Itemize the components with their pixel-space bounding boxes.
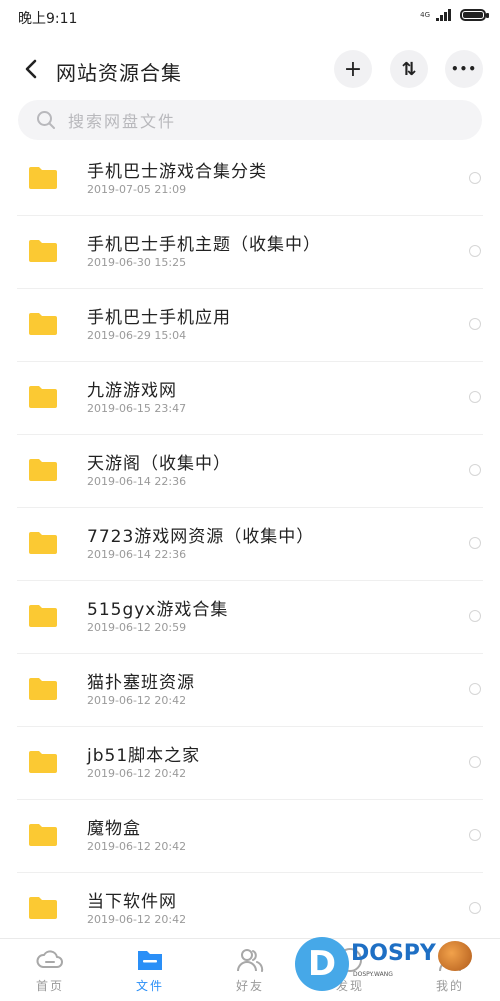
folder-icon — [29, 240, 57, 262]
search-icon — [37, 111, 55, 129]
file-row[interactable]: jb51脚本之家 2019-06-12 20:42 — [17, 727, 483, 800]
sort-icon: ⇅ — [401, 58, 417, 80]
folder-icon — [29, 532, 57, 554]
back-button[interactable] — [16, 54, 46, 84]
file-name: 手机巴士手机主题（收集中） — [87, 235, 321, 255]
file-row[interactable]: 九游游戏网 2019-06-15 23:47 — [17, 362, 483, 435]
signal-icon — [436, 9, 451, 21]
select-radio[interactable] — [469, 610, 481, 622]
watermark-logo: D — [295, 937, 349, 991]
file-row[interactable]: 手机巴士手机应用 2019-06-29 15:04 — [17, 289, 483, 362]
select-radio[interactable] — [469, 683, 481, 695]
nav-item-files[interactable]: 文件 — [110, 945, 190, 994]
watermark-badge-icon — [438, 941, 472, 971]
file-name: 515gyx游戏合集 — [87, 600, 229, 620]
select-radio[interactable] — [469, 172, 481, 184]
status-icons: 4G — [420, 9, 489, 21]
cloud-icon — [36, 950, 63, 968]
status-time: 晚上9:11 — [18, 11, 78, 27]
file-name: 魔物盒 — [87, 819, 141, 839]
select-radio[interactable] — [469, 245, 481, 257]
folder-icon — [29, 897, 57, 919]
file-row[interactable]: 魔物盒 2019-06-12 20:42 — [17, 800, 483, 873]
file-date: 2019-06-30 15:25 — [87, 256, 187, 269]
select-radio[interactable] — [469, 318, 481, 330]
nav-label-friends: 好友 — [235, 979, 264, 993]
file-date: 2019-06-12 20:42 — [87, 913, 187, 926]
file-row[interactable]: 天游阁（收集中） 2019-06-14 22:36 — [17, 435, 483, 508]
file-date: 2019-06-12 20:42 — [87, 840, 187, 853]
file-row[interactable]: 猫扑塞班资源 2019-06-12 20:42 — [17, 654, 483, 727]
search-placeholder: 搜索网盘文件 — [68, 112, 177, 131]
file-date: 2019-06-14 22:36 — [87, 475, 187, 488]
sort-button[interactable]: ⇅ — [390, 50, 428, 88]
search-bar[interactable]: 搜索网盘文件 — [18, 100, 482, 140]
nav-label-files: 文件 — [135, 979, 164, 993]
folder-icon — [138, 951, 162, 970]
folder-icon — [29, 678, 57, 700]
file-date: 2019-06-12 20:42 — [87, 694, 187, 707]
watermark-brand: DOSPY — [351, 941, 436, 966]
more-icon: ••• — [450, 62, 477, 76]
file-date: 2019-07-05 21:09 — [87, 183, 187, 196]
file-name: jb51脚本之家 — [87, 746, 201, 766]
file-row[interactable]: 手机巴士手机主题（收集中） 2019-06-30 15:25 — [17, 216, 483, 289]
file-row[interactable]: 7723游戏网资源（收集中） 2019-06-14 22:36 — [17, 508, 483, 581]
select-radio[interactable] — [469, 537, 481, 549]
watermark: D DOSPY DOSPY.WANG — [295, 935, 480, 995]
select-radio[interactable] — [469, 902, 481, 914]
back-arrow-icon — [25, 59, 37, 79]
nav-item-home[interactable]: 首页 — [10, 945, 90, 994]
file-date: 2019-06-15 23:47 — [87, 402, 187, 415]
add-button[interactable]: + — [334, 50, 372, 88]
file-row[interactable]: 515gyx游戏合集 2019-06-12 20:59 — [17, 581, 483, 654]
battery-icon — [460, 9, 489, 21]
file-date: 2019-06-12 20:59 — [87, 621, 187, 634]
file-name: 手机巴士手机应用 — [87, 308, 231, 328]
nav-item-friends[interactable]: 好友 — [210, 945, 290, 994]
select-radio[interactable] — [469, 464, 481, 476]
file-name: 猫扑塞班资源 — [87, 673, 195, 693]
folder-icon — [29, 751, 57, 773]
plus-icon: + — [343, 56, 363, 82]
select-radio[interactable] — [469, 829, 481, 841]
watermark-sub: DOSPY.WANG — [353, 971, 393, 978]
folder-icon — [29, 605, 57, 627]
status-bar: 晚上9:11 4G — [0, 0, 500, 36]
nav-label-home: 首页 — [35, 979, 64, 993]
more-button[interactable]: ••• — [445, 50, 483, 88]
file-date: 2019-06-14 22:36 — [87, 548, 187, 561]
folder-icon — [29, 824, 57, 846]
select-radio[interactable] — [469, 391, 481, 403]
file-name: 7723游戏网资源（收集中） — [87, 527, 315, 547]
folder-icon — [29, 167, 57, 189]
select-radio[interactable] — [469, 756, 481, 768]
header: 网站资源合集 + ⇅ ••• — [0, 40, 500, 100]
file-name: 当下软件网 — [87, 892, 177, 912]
file-date: 2019-06-12 20:42 — [87, 767, 187, 780]
friends-icon — [237, 949, 264, 972]
file-name: 天游阁（收集中） — [87, 454, 231, 474]
page-title: 网站资源合集 — [56, 61, 182, 85]
network-type-label: 4G — [420, 10, 430, 19]
file-date: 2019-06-29 15:04 — [87, 329, 187, 342]
folder-icon — [29, 386, 57, 408]
file-name: 手机巴士游戏合集分类 — [87, 162, 267, 182]
file-row[interactable]: 手机巴士游戏合集分类 2019-07-05 21:09 — [17, 143, 483, 216]
folder-icon — [29, 313, 57, 335]
file-list: 手机巴士游戏合集分类 2019-07-05 21:09 手机巴士手机主题（收集中） 2… — [0, 143, 500, 946]
folder-icon — [29, 459, 57, 481]
file-name: 九游游戏网 — [87, 381, 177, 401]
